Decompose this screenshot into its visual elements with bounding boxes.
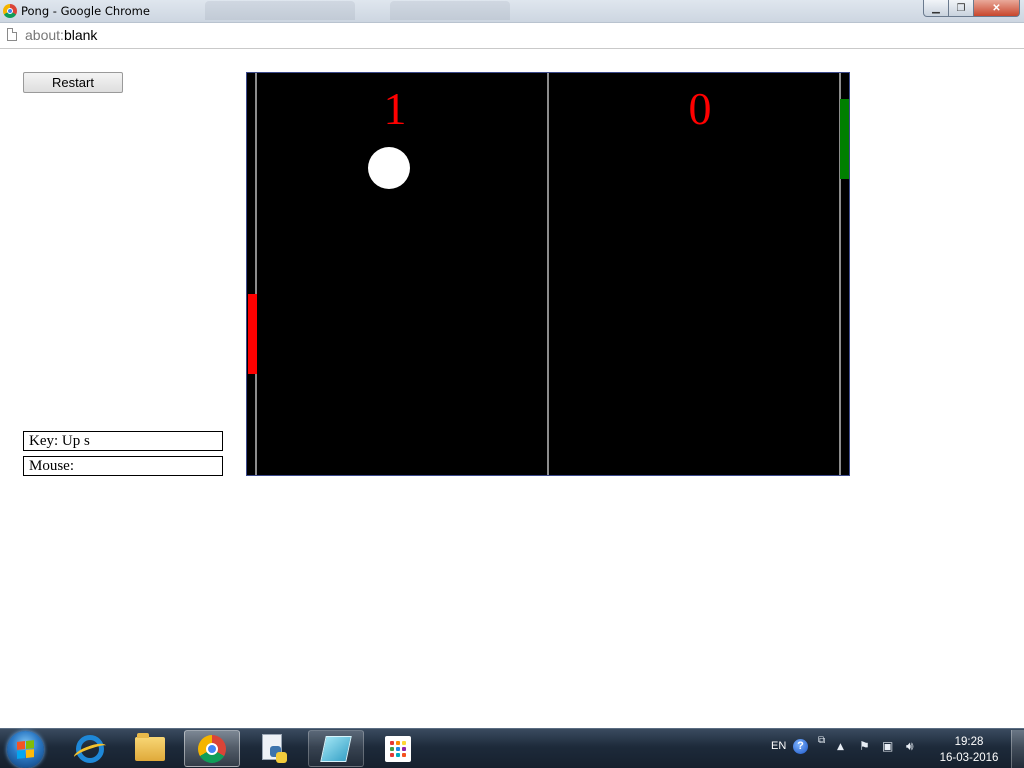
taskbar-python[interactable]: [246, 730, 302, 767]
right-paddle: [840, 99, 849, 179]
clock[interactable]: 19:28 16-03-2016: [930, 734, 1008, 766]
left-paddle: [248, 294, 257, 374]
taskbar-internet-explorer[interactable]: [62, 730, 118, 767]
internet-explorer-icon: [76, 734, 104, 763]
maximize-button[interactable]: ❐: [949, 0, 974, 17]
key-status: Key: Up s: [23, 431, 223, 451]
window-titlebar: Pong - Google Chrome ▁ ❐ ✕: [0, 0, 1024, 23]
tray-overflow-icon[interactable]: ⧉: [818, 735, 825, 746]
window-title: Pong - Google Chrome: [21, 4, 150, 18]
chrome-logo-icon: [3, 4, 17, 18]
background-tab[interactable]: [390, 1, 510, 20]
apps-icon: [385, 735, 411, 762]
minimize-button[interactable]: ▁: [923, 0, 949, 17]
left-score: 1: [383, 83, 407, 134]
taskbar-chrome[interactable]: [184, 730, 240, 767]
pong-canvas[interactable]: 1 0: [246, 72, 850, 476]
taskbar-apps[interactable]: [370, 730, 426, 767]
address-bar[interactable]: about:blank: [0, 23, 1024, 49]
volume-icon[interactable]: 🔊︎: [906, 739, 914, 754]
notepad-icon: [320, 735, 352, 762]
center-line: [547, 73, 549, 475]
taskbar: EN ? ⧉ ▲ ⚑ ▣ 🔊︎ 19:28 16-03-2016: [0, 728, 1024, 768]
close-button[interactable]: ✕: [974, 0, 1020, 17]
chrome-icon: [198, 734, 226, 763]
ball: [368, 147, 410, 189]
show-desktop-button[interactable]: [1011, 730, 1024, 768]
file-explorer-icon: [135, 732, 165, 761]
restart-button[interactable]: Restart: [23, 72, 123, 93]
clock-date: 16-03-2016: [939, 752, 999, 764]
window-controls: ▁ ❐ ✕: [923, 0, 1020, 18]
clock-time: 19:28: [954, 736, 984, 748]
python-icon: [260, 733, 288, 764]
right-score: 0: [688, 83, 712, 134]
url-text[interactable]: about:blank: [25, 27, 97, 43]
taskbar-file-explorer[interactable]: [122, 730, 178, 767]
page-icon: [7, 28, 17, 41]
help-icon[interactable]: ?: [793, 739, 808, 754]
url-scheme: about:: [25, 27, 64, 43]
left-goal-line: [255, 73, 257, 475]
windows-logo-icon: [17, 740, 34, 759]
show-hidden-icons-icon[interactable]: ▲: [837, 742, 844, 752]
action-center-flag-icon[interactable]: ⚑: [859, 739, 870, 753]
mouse-status: Mouse:: [23, 456, 223, 476]
url-host: blank: [63, 27, 98, 43]
taskbar-notepad[interactable]: [308, 730, 364, 767]
background-tab[interactable]: [205, 1, 355, 20]
language-indicator[interactable]: EN: [771, 740, 786, 752]
start-button[interactable]: [7, 731, 44, 768]
network-icon[interactable]: ▣: [882, 739, 893, 753]
